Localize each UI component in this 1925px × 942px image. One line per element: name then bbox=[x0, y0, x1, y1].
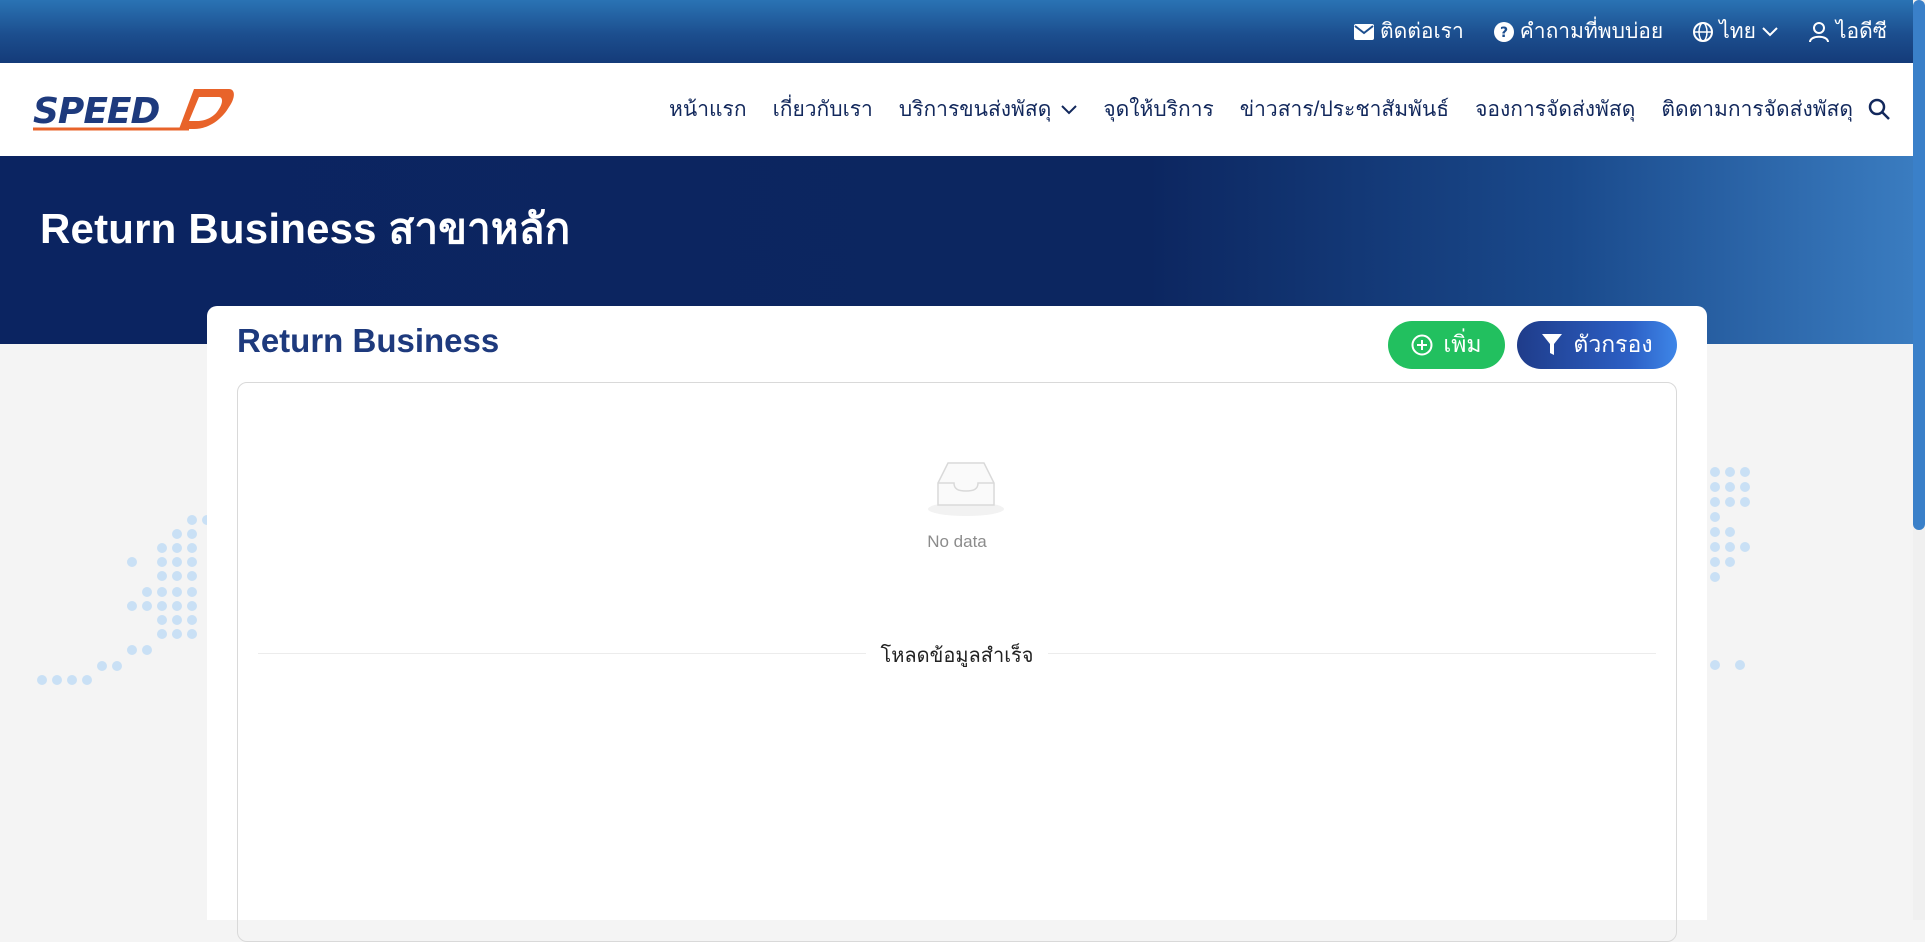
faq-link[interactable]: ? คำถามที่พบบ่อย bbox=[1493, 15, 1664, 48]
nav-item-service-points[interactable]: จุดให้บริการ bbox=[1103, 93, 1213, 126]
page-title: Return Business สาขาหลัก bbox=[40, 205, 571, 252]
top-utility-bar: ติดต่อเรา ? คำถามที่พบบ่อย ไทย ไอดีซี bbox=[0, 0, 1913, 63]
card-title: Return Business bbox=[237, 322, 500, 359]
svg-text:SPEED: SPEED bbox=[33, 91, 159, 132]
nav-label: หน้าแรก bbox=[669, 98, 747, 121]
nav-item-home[interactable]: หน้าแรก bbox=[669, 93, 747, 126]
language-selector[interactable]: ไทย bbox=[1693, 15, 1778, 48]
add-button[interactable]: เพิ่ม bbox=[1388, 321, 1505, 369]
return-business-card: Return Business เพิ่ม ตัวกรอง No data โห… bbox=[207, 306, 1707, 942]
data-table: No data โหลดข้อมูลสำเร็จ bbox=[237, 382, 1677, 942]
nav-label: ข่าวสาร/ประชาสัมพันธ์ bbox=[1239, 98, 1450, 121]
empty-state-text: No data bbox=[927, 532, 987, 551]
nav-item-booking[interactable]: จองการจัดส่งพัสดุ bbox=[1475, 93, 1635, 126]
nav-item-about[interactable]: เกี่ยวกับเรา bbox=[773, 93, 873, 126]
chevron-down-icon bbox=[1762, 26, 1778, 36]
contact-link[interactable]: ติดต่อเรา bbox=[1353, 15, 1464, 48]
filter-button-label: ตัวกรอง bbox=[1573, 331, 1653, 357]
nav-label: ติดตามการจัดส่งพัสดุ bbox=[1661, 98, 1853, 121]
nav-label: บริการขนส่งพัสดุ bbox=[898, 98, 1052, 121]
nav-label: เกี่ยวกับเรา bbox=[772, 98, 873, 121]
main-navbar: SPEED หน้าแรก เกี่ยวกับเรา บริการขนส่งพั… bbox=[0, 63, 1913, 156]
load-status-text: โหลดข้อมูลสำเร็จ bbox=[866, 645, 1048, 667]
envelope-icon bbox=[1353, 23, 1374, 40]
nav-menu: หน้าแรก เกี่ยวกับเรา บริการขนส่งพัสดุ จุ… bbox=[669, 63, 1853, 156]
nav-item-tracking[interactable]: ติดตามการจัดส่งพัสดุ bbox=[1661, 93, 1853, 126]
empty-inbox-icon bbox=[928, 462, 1004, 516]
faq-label: คำถามที่พบบ่อย bbox=[1519, 20, 1664, 43]
nav-label: จุดให้บริการ bbox=[1103, 98, 1214, 121]
nav-item-services[interactable]: บริการขนส่งพัสดุ bbox=[898, 93, 1078, 126]
add-button-label: เพิ่ม bbox=[1443, 331, 1482, 357]
filter-button[interactable]: ตัวกรอง bbox=[1517, 321, 1677, 369]
user-label: ไอดีซี bbox=[1835, 20, 1887, 43]
load-status: โหลดข้อมูลสำเร็จ bbox=[238, 639, 1676, 671]
contact-label: ติดต่อเรา bbox=[1379, 20, 1464, 43]
decorative-dot-map-left bbox=[37, 515, 210, 685]
user-menu[interactable]: ไอดีซี bbox=[1808, 15, 1887, 48]
page-scrollbar-thumb[interactable] bbox=[1913, 0, 1925, 530]
nav-item-news[interactable]: ข่าวสาร/ประชาสัมพันธ์ bbox=[1240, 93, 1449, 126]
search-icon[interactable] bbox=[1867, 97, 1891, 121]
chevron-down-icon bbox=[1061, 104, 1078, 114]
question-circle-icon: ? bbox=[1493, 21, 1514, 42]
speed-d-logo[interactable]: SPEED bbox=[29, 85, 234, 133]
filter-icon bbox=[1542, 334, 1563, 355]
user-icon bbox=[1808, 21, 1829, 42]
nav-label: จองการจัดส่งพัสดุ bbox=[1475, 98, 1636, 121]
svg-text:?: ? bbox=[1500, 25, 1508, 41]
language-label: ไทย bbox=[1719, 20, 1756, 43]
decorative-dot-map-right bbox=[1710, 467, 1750, 670]
globe-icon bbox=[1693, 21, 1714, 42]
plus-circle-icon bbox=[1411, 334, 1433, 356]
